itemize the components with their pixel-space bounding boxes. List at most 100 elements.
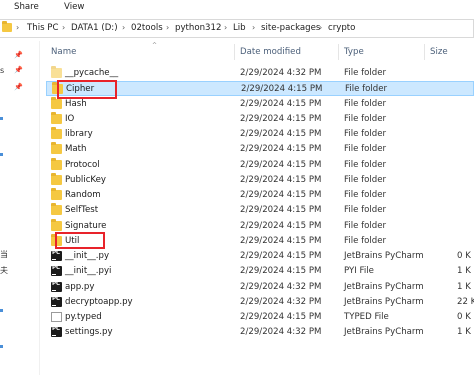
tab-view[interactable]: View [64, 2, 84, 12]
column-divider[interactable] [424, 44, 425, 60]
folder-icon [51, 218, 62, 231]
breadcrumb-python312[interactable]: python312 [175, 23, 221, 33]
pycharm-file-icon: PC [51, 266, 62, 277]
file-date-modified: 2/29/2024 4:15 PM [240, 144, 322, 155]
chevron-right-icon[interactable]: › [224, 23, 227, 32]
file-name: py.typed [65, 312, 102, 322]
nav-item-fragment[interactable]: 当 [0, 249, 8, 260]
pin-icon[interactable]: 📌 [14, 83, 23, 91]
file-date-modified: 2/29/2024 4:15 PM [240, 235, 322, 246]
chevron-right-icon[interactable]: › [62, 23, 65, 32]
file-type: File folder [344, 68, 387, 78]
file-name: Math [65, 144, 87, 155]
file-type: File folder [344, 220, 387, 231]
nav-item-fragment[interactable]: 夫 [0, 265, 8, 276]
file-size: 0 K [457, 251, 471, 261]
chevron-right-icon[interactable]: › [319, 23, 322, 32]
file-row[interactable]: IO 2/29/2024 4:15 PM File folder [46, 111, 474, 127]
file-row[interactable]: PC decryptoapp.py 2/29/2024 4:32 PM JetBrai… [46, 295, 474, 310]
folder-icon [51, 142, 62, 155]
file-row[interactable]: Protocol 2/29/2024 4:15 PM File folder [46, 157, 474, 173]
file-row[interactable]: PublicKey 2/29/2024 4:15 PM File folder [46, 172, 474, 188]
pin-icon[interactable]: 📌 [14, 51, 23, 59]
chevron-right-icon[interactable]: › [252, 23, 255, 32]
file-row[interactable]: PC settings.py 2/29/2024 4:32 PM JetBrains … [46, 325, 474, 340]
file-date-modified: 2/29/2024 4:15 PM [240, 220, 322, 231]
file-row[interactable]: Signature 2/29/2024 4:15 PM File folder [46, 218, 474, 234]
pycharm-file-icon: PC [51, 281, 62, 292]
breadcrumb-lib[interactable]: Lib [233, 23, 246, 33]
file-date-modified: 2/29/2024 4:15 PM [240, 312, 322, 322]
nav-selection-marker [0, 153, 3, 156]
chevron-right-icon[interactable]: › [166, 23, 169, 32]
file-name: Hash [65, 98, 87, 109]
file-name: library [65, 129, 93, 139]
navigation-pane: 📌 s 📌 📌 当 夫 [0, 41, 40, 375]
address-bar-row: › This PC › DATA1 (D:) › 02tools › pytho… [0, 15, 474, 41]
column-header-name[interactable]: Name [51, 47, 76, 57]
column-header-date[interactable]: Date modified [240, 47, 301, 57]
file-type: File folder [345, 84, 388, 95]
file-row[interactable]: Util 2/29/2024 4:15 PM File folder [46, 233, 474, 249]
address-bar[interactable]: › This PC › DATA1 (D:) › 02tools › pytho… [0, 19, 474, 38]
tab-share[interactable]: Share [14, 2, 39, 12]
file-name: __pycache__ [65, 68, 119, 78]
file-date-modified: 2/29/2024 4:15 PM [240, 129, 322, 139]
file-name: app.py [65, 281, 95, 292]
highlight-box-util [55, 232, 105, 249]
highlight-box-cipher [57, 80, 117, 99]
file-type: File folder [344, 113, 387, 124]
pycharm-file-icon: PC [51, 327, 62, 338]
file-size: 1 K [457, 327, 471, 338]
file-date-modified: 2/29/2024 4:32 PM [240, 327, 322, 338]
file-type: File folder [344, 159, 387, 170]
breadcrumb-site-packages[interactable]: site-packages [261, 23, 320, 33]
breadcrumb-02tools[interactable]: 02tools [131, 23, 163, 33]
breadcrumb-crypto[interactable]: crypto [328, 23, 355, 33]
file-row[interactable]: library 2/29/2024 4:15 PM File folder [46, 127, 474, 142]
file-date-modified: 2/29/2024 4:15 PM [240, 159, 322, 170]
folder-icon [51, 66, 62, 78]
pin-icon[interactable]: 📌 [14, 66, 23, 74]
file-row[interactable]: PC __init__.py 2/29/2024 4:15 PM JetBrains … [46, 249, 474, 264]
folder-icon [2, 21, 12, 32]
folder-icon [51, 188, 62, 200]
pycharm-file-icon: PC [51, 250, 62, 261]
nav-item-fragment[interactable]: s [0, 66, 4, 75]
file-size: 1 K [457, 266, 471, 277]
file-name: decryptoapp.py [65, 296, 133, 307]
file-row[interactable]: Random 2/29/2024 4:15 PM File folder [46, 188, 474, 203]
breadcrumb-this-pc[interactable]: This PC [27, 23, 58, 33]
pycharm-file-icon: PC [51, 296, 62, 307]
file-date-modified: 2/29/2024 4:15 PM [240, 190, 322, 200]
file-row[interactable]: __pycache__ 2/29/2024 4:32 PM File folder [46, 66, 474, 81]
chevron-right-icon[interactable]: › [16, 23, 19, 32]
file-row[interactable]: PC __init__.pyi 2/29/2024 4:15 PM PYI File 1… [46, 264, 474, 279]
file-type: File folder [344, 205, 387, 216]
nav-selection-marker [0, 309, 3, 312]
chevron-right-icon[interactable]: › [122, 23, 125, 32]
column-divider[interactable] [234, 44, 235, 60]
file-date-modified: 2/29/2024 4:32 PM [240, 68, 322, 78]
file-row[interactable]: py.typed 2/29/2024 4:15 PM TYPED File 0 K [46, 310, 474, 325]
file-type: File folder [344, 235, 387, 246]
file-type: JetBrains PyCharm [344, 296, 424, 307]
file-row[interactable]: SelfTest 2/29/2024 4:15 PM File folder [46, 203, 474, 218]
column-header-type[interactable]: Type [344, 47, 364, 57]
file-date-modified: 2/29/2024 4:15 PM [240, 98, 322, 109]
folder-icon [51, 203, 62, 216]
file-row[interactable]: Math 2/29/2024 4:15 PM File folder [46, 142, 474, 157]
file-date-modified: 2/29/2024 4:32 PM [240, 281, 322, 292]
file-name: Signature [65, 220, 107, 231]
file-type: TYPED File [344, 312, 389, 322]
file-name: settings.py [65, 327, 113, 338]
breadcrumb-data1[interactable]: DATA1 (D:) [71, 23, 118, 33]
file-name: Random [65, 190, 101, 200]
ribbon-tabs: Share View [0, 0, 474, 15]
column-divider[interactable] [338, 44, 339, 60]
nav-selection-marker [0, 345, 3, 348]
folder-icon [51, 157, 62, 170]
generic-file-icon [51, 312, 62, 322]
column-header-size[interactable]: Size [430, 47, 448, 57]
file-row[interactable]: PC app.py 2/29/2024 4:32 PM JetBrains PyCha… [46, 280, 474, 295]
